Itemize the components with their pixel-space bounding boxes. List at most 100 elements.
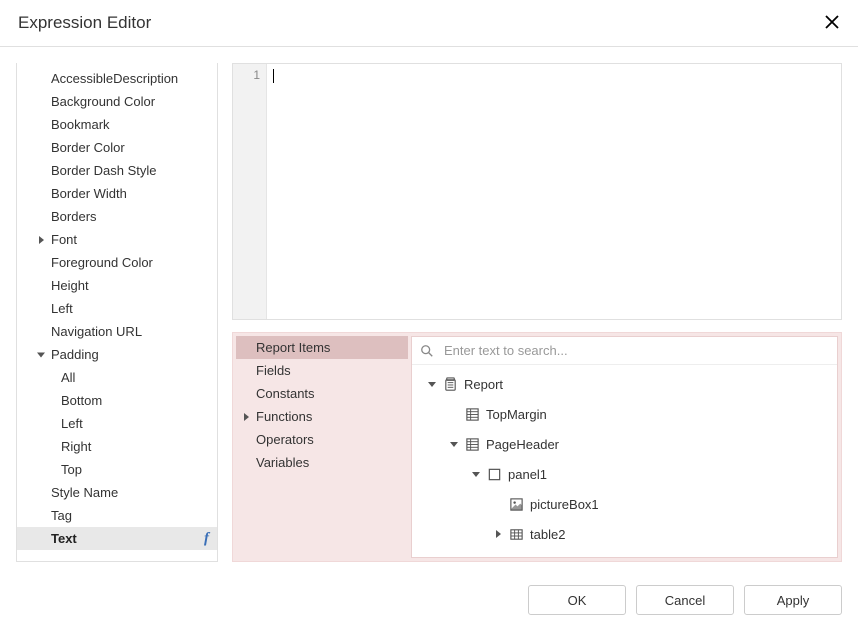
property-row[interactable]: Left xyxy=(17,412,217,435)
category-label: Fields xyxy=(256,363,291,378)
property-label: Background Color xyxy=(51,94,155,109)
tree-row[interactable]: pictureBox1 xyxy=(412,489,837,519)
tree-row[interactable]: PageHeader xyxy=(412,429,837,459)
line-gutter: 1 xyxy=(233,64,267,319)
property-label: Left xyxy=(61,416,83,431)
category-label: Functions xyxy=(256,409,312,424)
footer: OK Cancel Apply xyxy=(0,574,858,626)
property-label: Border Dash Style xyxy=(51,163,157,178)
ok-button[interactable]: OK xyxy=(528,585,626,615)
property-label: Border Color xyxy=(51,140,125,155)
property-row[interactable]: AccessibleDescription xyxy=(17,67,217,90)
category-row[interactable]: Report Items xyxy=(236,336,408,359)
tree-row[interactable]: Report xyxy=(412,369,837,399)
property-row[interactable]: Height xyxy=(17,274,217,297)
property-label: Navigation URL xyxy=(51,324,142,339)
content-area: AccessibleDescription Background Color Boo… xyxy=(0,47,858,574)
property-row[interactable]: Top xyxy=(17,458,217,481)
category-row[interactable]: Functions xyxy=(236,405,408,428)
property-row[interactable]: Font xyxy=(17,228,217,251)
property-label: Top xyxy=(61,462,82,477)
property-row[interactable]: Style Name xyxy=(17,481,217,504)
tree-item-label: PageHeader xyxy=(486,437,559,452)
tree-item-label: Report xyxy=(464,377,503,392)
expand-arrow-icon[interactable] xyxy=(470,472,482,477)
band-icon xyxy=(464,436,480,452)
search-row xyxy=(412,337,837,365)
category-label: Report Items xyxy=(256,340,330,355)
tree-row[interactable]: table2 xyxy=(412,519,837,549)
search-icon xyxy=(420,344,434,358)
property-label: Text xyxy=(51,531,77,546)
category-row[interactable]: Variables xyxy=(236,451,408,474)
titlebar: Expression Editor xyxy=(0,0,858,47)
property-row[interactable]: Tag xyxy=(17,504,217,527)
properties-list: AccessibleDescription Background Color Boo… xyxy=(17,63,217,550)
property-label: Right xyxy=(61,439,91,454)
table-icon xyxy=(508,526,524,542)
right-column: 1 Report Items Fields Constants Functions Op… xyxy=(232,63,842,562)
cancel-button[interactable]: Cancel xyxy=(636,585,734,615)
panel-icon xyxy=(486,466,502,482)
category-row[interactable]: Constants xyxy=(236,382,408,405)
property-row[interactable]: Text f xyxy=(17,527,217,550)
close-button[interactable] xyxy=(822,12,842,32)
property-label: Bookmark xyxy=(51,117,110,132)
property-label: Font xyxy=(51,232,77,247)
code-editor[interactable]: 1 xyxy=(232,63,842,320)
property-label: Border Width xyxy=(51,186,127,201)
property-row[interactable]: Border Dash Style xyxy=(17,159,217,182)
property-row[interactable]: Left xyxy=(17,297,217,320)
search-input[interactable] xyxy=(442,342,829,359)
expand-arrow-icon[interactable] xyxy=(492,530,504,538)
expression-browser: Report Items Fields Constants Functions Oper… xyxy=(232,332,842,562)
fx-icon: f xyxy=(204,530,209,547)
code-area[interactable] xyxy=(267,64,841,319)
properties-panel: AccessibleDescription Background Color Boo… xyxy=(16,63,218,562)
close-icon xyxy=(825,15,839,29)
property-row[interactable]: Bottom xyxy=(17,389,217,412)
property-label: Borders xyxy=(51,209,97,224)
property-label: Height xyxy=(51,278,89,293)
tree-row[interactable]: TopMargin xyxy=(412,399,837,429)
category-label: Constants xyxy=(256,386,315,401)
property-row[interactable]: Border Color xyxy=(17,136,217,159)
property-label: Style Name xyxy=(51,485,118,500)
property-row[interactable]: Navigation URL xyxy=(17,320,217,343)
property-row[interactable]: Foreground Color xyxy=(17,251,217,274)
property-label: Left xyxy=(51,301,73,316)
property-row[interactable]: Padding xyxy=(17,343,217,366)
property-label: Tag xyxy=(51,508,72,523)
expand-arrow-icon[interactable] xyxy=(448,442,460,447)
expression-editor-dialog: Expression Editor AccessibleDescription B… xyxy=(0,0,858,626)
report-icon xyxy=(442,376,458,392)
items-tree: Report TopMargin PageHeader panel1 pictureBo… xyxy=(412,365,837,557)
property-label: Padding xyxy=(51,347,99,362)
expand-arrow-icon[interactable] xyxy=(426,382,438,387)
property-row[interactable]: Right xyxy=(17,435,217,458)
picture-icon xyxy=(508,496,524,512)
property-row[interactable]: Borders xyxy=(17,205,217,228)
line-number: 1 xyxy=(233,68,260,82)
property-label: AccessibleDescription xyxy=(51,71,178,86)
property-label: Bottom xyxy=(61,393,102,408)
tree-row[interactable]: panel1 xyxy=(412,459,837,489)
property-row[interactable]: Border Width xyxy=(17,182,217,205)
category-label: Operators xyxy=(256,432,314,447)
category-row[interactable]: Fields xyxy=(236,359,408,382)
property-label: All xyxy=(61,370,75,385)
items-panel: Report TopMargin PageHeader panel1 pictureBo… xyxy=(411,336,838,558)
band-icon xyxy=(464,406,480,422)
category-panel: Report Items Fields Constants Functions Oper… xyxy=(236,336,408,558)
tree-item-label: pictureBox1 xyxy=(530,497,599,512)
tree-item-label: panel1 xyxy=(508,467,547,482)
property-label: Foreground Color xyxy=(51,255,153,270)
apply-button[interactable]: Apply xyxy=(744,585,842,615)
tree-item-label: table2 xyxy=(530,527,565,542)
property-row[interactable]: Background Color xyxy=(17,90,217,113)
property-row[interactable]: Bookmark xyxy=(17,113,217,136)
caret xyxy=(273,69,274,83)
property-row[interactable]: All xyxy=(17,366,217,389)
category-row[interactable]: Operators xyxy=(236,428,408,451)
dialog-title: Expression Editor xyxy=(18,13,151,33)
